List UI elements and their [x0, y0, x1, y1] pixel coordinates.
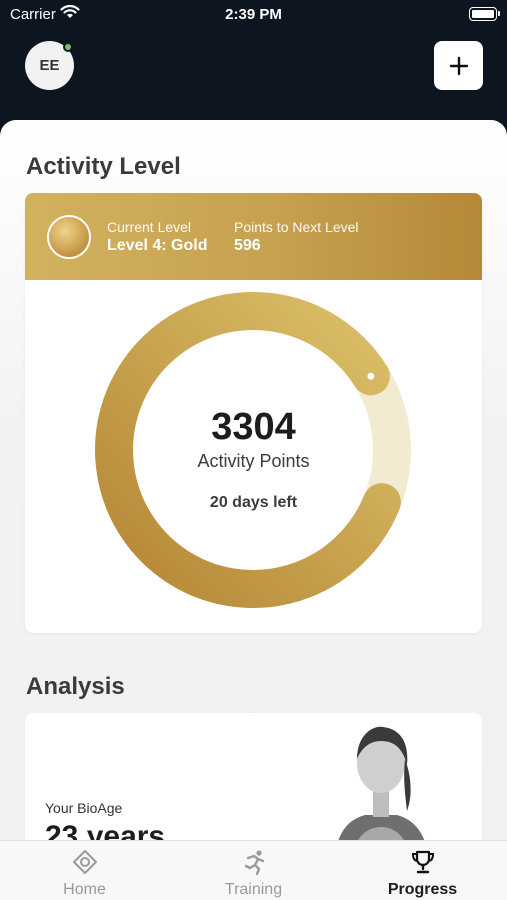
- bioage-label: Your BioAge: [45, 800, 123, 816]
- plus-icon: [449, 56, 468, 75]
- tab-training-label: Training: [224, 881, 283, 898]
- add-button[interactable]: [434, 41, 483, 90]
- activity-points-label: Activity Points: [197, 451, 310, 471]
- medal-icon: [47, 215, 91, 259]
- ring-progress: [95, 292, 401, 608]
- athlete-photo: [335, 726, 429, 859]
- runner-icon: [244, 850, 265, 875]
- status-time: 2:39 PM: [225, 6, 282, 23]
- tab-bar: Home Training Progress: [0, 840, 507, 900]
- points-next-value: 596: [234, 237, 261, 254]
- tab-home[interactable]: Home: [0, 841, 169, 900]
- current-level-value: Level 4: Gold: [107, 237, 208, 254]
- current-level-label: Current Level: [107, 219, 192, 235]
- points-next-label: Points to Next Level: [234, 219, 359, 235]
- avatar-initials: EE: [39, 57, 60, 74]
- ring-start-dot: [367, 372, 375, 380]
- level-header: Current Level Level 4: Gold Points to Ne…: [25, 193, 482, 280]
- days-left-label: 20 days left: [209, 494, 298, 511]
- avatar[interactable]: EE: [25, 41, 74, 90]
- activity-level-title: Activity Level: [26, 153, 181, 180]
- online-status-dot: [63, 42, 73, 52]
- tab-home-label: Home: [63, 881, 106, 898]
- status-bar: Carrier 2:39 PM: [0, 0, 507, 28]
- content-sheet[interactable]: Activity Level Current Level Level 4: Go…: [0, 120, 507, 900]
- battery-icon: [469, 7, 500, 21]
- trophy-icon: [411, 850, 435, 874]
- activity-points-value: 3304: [211, 406, 296, 448]
- activity-level-card[interactable]: Current Level Level 4: Gold Points to Ne…: [25, 193, 482, 633]
- tab-progress[interactable]: Progress: [338, 841, 507, 900]
- tab-training[interactable]: Training: [169, 841, 338, 900]
- analysis-title: Analysis: [26, 673, 125, 700]
- tab-progress-label: Progress: [387, 881, 458, 898]
- home-icon: [73, 850, 97, 874]
